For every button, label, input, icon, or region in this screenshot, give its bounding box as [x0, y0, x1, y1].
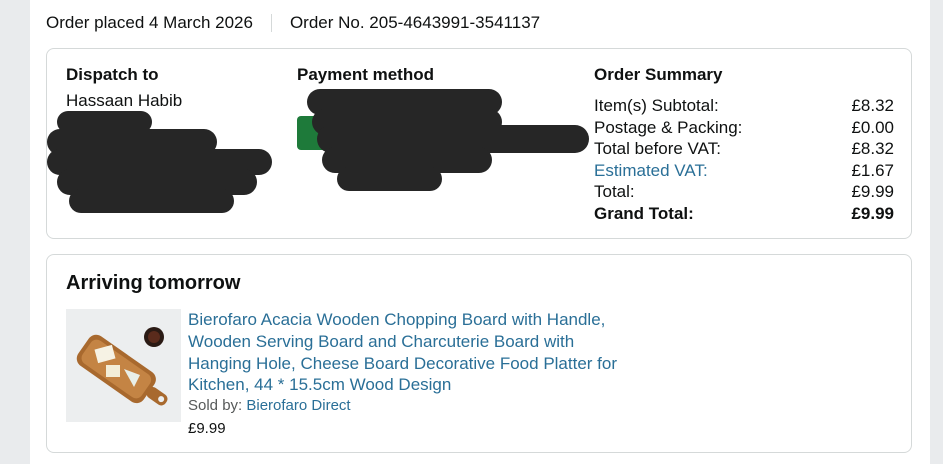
address-redaction — [69, 189, 234, 213]
dispatch-heading: Dispatch to — [66, 65, 159, 84]
payment-heading: Payment method — [297, 65, 434, 84]
summary-row-grand-total: Grand Total: £9.99 — [594, 203, 894, 225]
order-summary-heading: Order Summary — [594, 65, 723, 84]
seller-link[interactable]: Bierofaro Direct — [246, 397, 350, 414]
summary-label: Grand Total: — [594, 203, 694, 223]
summary-row-subtotal: Item(s) Subtotal: £8.32 — [594, 95, 894, 117]
order-summary-table: Item(s) Subtotal: £8.32 Postage & Packin… — [594, 95, 894, 225]
summary-label: Total: — [594, 182, 635, 202]
shipment-card: Arriving tomorrow Bierofaro Acacia Woode… — [46, 254, 912, 453]
summary-value: £9.99 — [851, 203, 894, 223]
order-info-card: Dispatch to Hassaan Habib Payment method… — [46, 48, 912, 239]
summary-value: £1.67 — [851, 160, 894, 180]
chopping-board-icon — [66, 309, 181, 422]
summary-row-estimated-vat: Estimated VAT: £1.67 — [594, 160, 894, 182]
payment-redaction — [337, 167, 442, 191]
recipient-name: Hassaan Habib — [66, 91, 183, 110]
product-title-link[interactable]: Bierofaro Acacia Wooden Chopping Board w… — [188, 309, 638, 396]
summary-label: Postage & Packing: — [594, 117, 743, 137]
order-number: Order No. 205-4643991-3541137 — [289, 13, 541, 32]
summary-value: £9.99 — [851, 182, 894, 202]
sold-by-label: Sold by: — [188, 397, 243, 414]
item-price: £9.99 — [188, 420, 226, 437]
summary-label: Total before VAT: — [594, 139, 721, 159]
product-image[interactable] — [66, 309, 181, 422]
summary-row-total: Total: £9.99 — [594, 181, 894, 203]
order-placed-date: Order placed 4 March 2026 — [46, 13, 253, 32]
summary-value: £0.00 — [851, 117, 894, 137]
summary-row-total-before-vat: Total before VAT: £8.32 — [594, 138, 894, 160]
delivery-status-heading: Arriving tomorrow — [66, 272, 241, 294]
summary-row-postage: Postage & Packing: £0.00 — [594, 117, 894, 139]
order-header: Order placed 4 March 2026 Order No. 205-… — [46, 10, 540, 36]
header-divider — [270, 14, 272, 32]
estimated-vat-link[interactable]: Estimated VAT: — [594, 160, 708, 182]
summary-value: £8.32 — [851, 96, 894, 115]
order-details-page: Order placed 4 March 2026 Order No. 205-… — [30, 0, 930, 464]
summary-value: £8.32 — [851, 139, 894, 159]
summary-label: Item(s) Subtotal: — [594, 96, 719, 115]
sold-by: Sold by: Bierofaro Direct — [188, 397, 351, 414]
